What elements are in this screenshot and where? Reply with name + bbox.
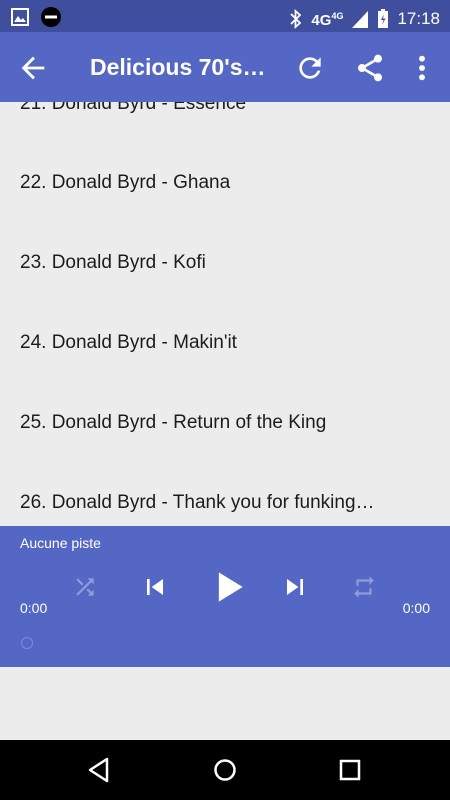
app-badge-icon <box>41 7 61 27</box>
system-nav-bar <box>0 740 450 800</box>
status-time: 17:18 <box>397 8 440 28</box>
network-type-label: 4G4G <box>311 11 344 29</box>
bluetooth-icon <box>290 8 302 29</box>
elapsed-time: 0:00 <box>20 600 48 616</box>
signal-icon <box>352 10 369 28</box>
battery-icon <box>378 8 389 28</box>
refresh-icon[interactable] <box>294 52 326 84</box>
list-item[interactable]: 25. Donald Byrd - Return of the King <box>20 411 430 435</box>
play-icon[interactable] <box>206 565 250 609</box>
skip-previous-icon[interactable] <box>139 571 171 603</box>
list-item[interactable]: 26. Donald Byrd - Thank you for funking… <box>20 491 430 515</box>
recents-square-icon[interactable] <box>339 759 361 781</box>
back-triangle-icon[interactable] <box>87 757 111 783</box>
home-circle-icon[interactable] <box>213 758 237 782</box>
share-icon[interactable] <box>354 52 386 84</box>
image-icon <box>11 8 29 26</box>
status-bar: 4G4G 17:18 <box>0 0 450 32</box>
player-panel: Aucune piste 0:00 0:00 <box>0 526 450 667</box>
skip-next-icon[interactable] <box>279 571 311 603</box>
list-item[interactable]: 24. Donald Byrd - Makin'it <box>20 331 430 355</box>
shuffle-icon[interactable] <box>72 574 98 600</box>
total-duration: 0:00 <box>402 600 430 616</box>
app-bar: Delicious 70's… <box>0 32 450 102</box>
list-item[interactable]: 23. Donald Byrd - Kofi <box>20 251 430 275</box>
page-title: Delicious 70's… <box>90 54 266 80</box>
list-item[interactable]: 21. Donald Byrd - Essence <box>20 102 430 116</box>
repeat-icon[interactable] <box>351 574 377 600</box>
track-list: 21. Donald Byrd - Essence 22. Donald Byr… <box>0 102 450 526</box>
list-item[interactable]: 22. Donald Byrd - Ghana <box>20 171 430 195</box>
back-arrow-icon[interactable] <box>16 51 50 85</box>
now-playing-label: Aucune piste <box>20 535 101 551</box>
more-vert-icon[interactable] <box>410 52 434 84</box>
seek-slider[interactable] <box>21 637 33 649</box>
